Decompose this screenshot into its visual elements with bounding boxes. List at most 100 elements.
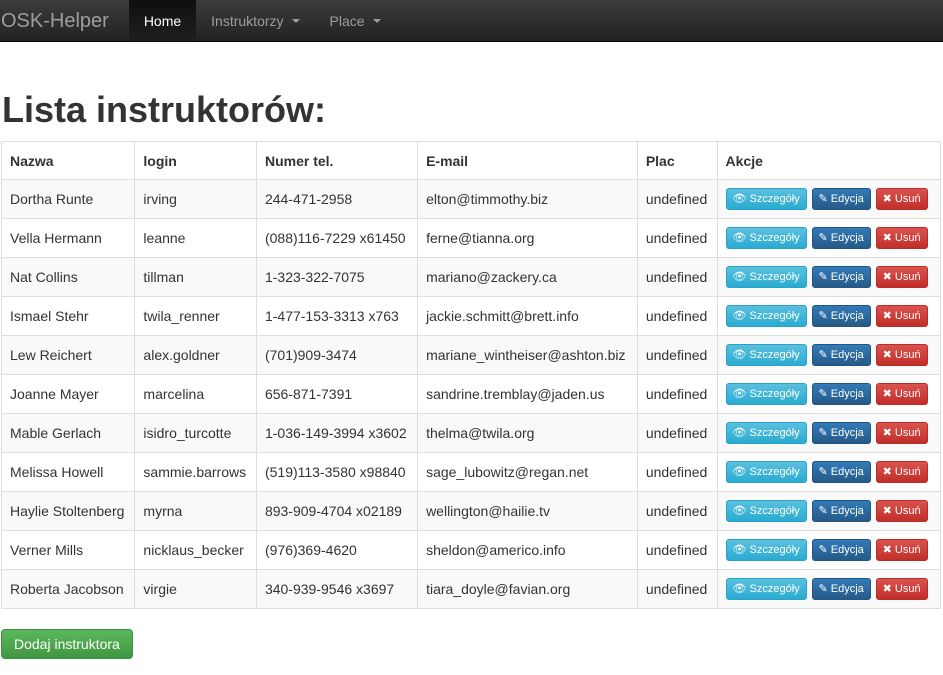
email-cell: jackie.schmitt@brett.info [417,296,638,336]
details-button[interactable]: 👁 Szczegóły [725,500,807,522]
delete-button[interactable]: ✖ Usuń [875,461,928,483]
close-icon: ✖ [882,348,892,361]
delete-button[interactable]: ✖ Usuń [875,344,928,366]
brand-logo[interactable]: OSK-Helper [0,0,129,41]
actions-cell: 👁 Szczegóły ✎ Edycja ✖ Usuń [716,257,942,297]
details-button[interactable]: 👁 Szczegóły [725,461,807,483]
delete-button-label: Usuń [894,388,921,400]
delete-button[interactable]: ✖ Usuń [875,227,928,249]
eye-icon: 👁 [732,504,747,517]
delete-button[interactable]: ✖ Usuń [875,578,928,600]
actions-cell: 👁 Szczegóły ✎ Edycja ✖ Usuń [716,218,942,258]
details-button[interactable]: 👁 Szczegóły [725,344,807,366]
close-icon: ✖ [882,465,892,478]
edit-icon: ✎ [818,387,828,400]
details-button-label: Szczegóły [749,349,800,361]
details-button[interactable]: 👁 Szczegóły [725,383,807,405]
details-button[interactable]: 👁 Szczegóły [725,539,807,561]
edit-button[interactable]: ✎ Edycja [811,383,871,405]
email-cell: tiara_doyle@favian.org [417,569,638,609]
delete-button[interactable]: ✖ Usuń [875,383,928,405]
edit-button[interactable]: ✎ Edycja [811,266,871,288]
table-row: Nat Collins tillman 1-323-322-7075 mariano@… [0,257,942,297]
delete-button[interactable]: ✖ Usuń [875,188,928,210]
edit-button[interactable]: ✎ Edycja [811,461,871,483]
login-cell: alex.goldner [134,335,257,375]
table-row: Roberta Jacobson virgie 340-939-9546 x3697… [0,569,942,609]
phone-cell: (519)113-3580 x98840 [255,452,419,492]
actions-cell: 👁 Szczegóły ✎ Edycja ✖ Usuń [716,413,942,453]
actions-cell: 👁 Szczegóły ✎ Edycja ✖ Usuń [716,296,942,336]
details-button[interactable]: 👁 Szczegóły [725,227,807,249]
phone-cell: 244-471-2958 [255,179,419,219]
table-row: Mable Gerlach isidro_turcotte 1-036-149-39… [0,413,942,453]
table-row: Verner Mills nicklaus_becker (976)369-4620… [0,530,942,570]
eye-icon: 👁 [732,192,747,205]
eye-icon: 👁 [732,309,747,322]
login-cell: leanne [134,218,257,258]
details-button[interactable]: 👁 Szczegóły [725,422,807,444]
eye-icon: 👁 [732,231,747,244]
actions-cell: 👁 Szczegóły ✎ Edycja ✖ Usuń [716,179,942,219]
edit-button[interactable]: ✎ Edycja [811,227,871,249]
nav-place-dropdown[interactable]: Place [315,0,396,41]
delete-button-label: Usuń [894,193,921,205]
close-icon: ✖ [882,309,892,322]
phone-cell: 1-323-322-7075 [255,257,419,297]
edit-icon: ✎ [818,348,828,361]
email-cell: mariano@zackery.ca [417,257,638,297]
edit-button-label: Edycja [830,193,864,205]
details-button[interactable]: 👁 Szczegóły [725,266,807,288]
name-cell: Haylie Stoltenberg [0,491,136,531]
details-button[interactable]: 👁 Szczegóły [725,578,807,600]
edit-button-label: Edycja [830,466,864,478]
details-button[interactable]: 👁 Szczegóły [725,188,807,210]
delete-button-label: Usuń [894,271,921,283]
delete-button-label: Usuń [894,466,921,478]
phone-cell: 1-036-149-3994 x3602 [255,413,419,453]
details-button-label: Szczegóły [749,466,800,478]
edit-button[interactable]: ✎ Edycja [811,344,871,366]
delete-button[interactable]: ✖ Usuń [875,266,928,288]
email-cell: sage_lubowitz@regan.net [417,452,638,492]
eye-icon: 👁 [732,387,747,400]
delete-button[interactable]: ✖ Usuń [875,539,928,561]
nav-home[interactable]: Home [128,0,197,41]
delete-button[interactable]: ✖ Usuń [875,422,928,444]
delete-button[interactable]: ✖ Usuń [875,305,928,327]
nav-instruktorzy-dropdown[interactable]: Instruktorzy [196,0,314,41]
edit-button-label: Edycja [830,271,864,283]
actions-cell: 👁 Szczegóły ✎ Edycja ✖ Usuń [716,452,942,492]
email-cell: thelma@twila.org [417,413,638,453]
eye-icon: 👁 [732,465,747,478]
column-header: Akcje [716,141,942,180]
name-cell: Melissa Howell [0,452,136,492]
edit-icon: ✎ [818,426,828,439]
column-header: Plac [636,141,718,180]
add-instructor-button[interactable]: Dodaj instruktora [1,629,133,659]
actions-cell: 👁 Szczegóły ✎ Edycja ✖ Usuń [716,374,942,414]
delete-button-label: Usuń [894,232,921,244]
actions-cell: 👁 Szczegóły ✎ Edycja ✖ Usuń [716,569,942,609]
delete-button[interactable]: ✖ Usuń [875,500,928,522]
eye-icon: 👁 [732,270,747,283]
edit-button[interactable]: ✎ Edycja [811,500,871,522]
edit-button[interactable]: ✎ Edycja [811,539,871,561]
edit-icon: ✎ [818,543,828,556]
login-cell: sammie.barrows [134,452,257,492]
plac-cell: undefined [636,374,718,414]
nav-instruktorzy-label: Instruktorzy [211,12,284,29]
edit-button-label: Edycja [830,583,864,595]
details-button[interactable]: 👁 Szczegóły [725,305,807,327]
edit-button[interactable]: ✎ Edycja [811,188,871,210]
details-button-label: Szczegóły [749,271,800,283]
plac-cell: undefined [636,413,718,453]
delete-button-label: Usuń [894,427,921,439]
table-row: Melissa Howell sammie.barrows (519)113-358… [0,452,942,492]
edit-button[interactable]: ✎ Edycja [811,305,871,327]
edit-button[interactable]: ✎ Edycja [811,578,871,600]
phone-cell: (976)369-4620 [255,530,419,570]
edit-button-label: Edycja [830,388,864,400]
edit-button[interactable]: ✎ Edycja [811,422,871,444]
name-cell: Roberta Jacobson [0,569,136,609]
